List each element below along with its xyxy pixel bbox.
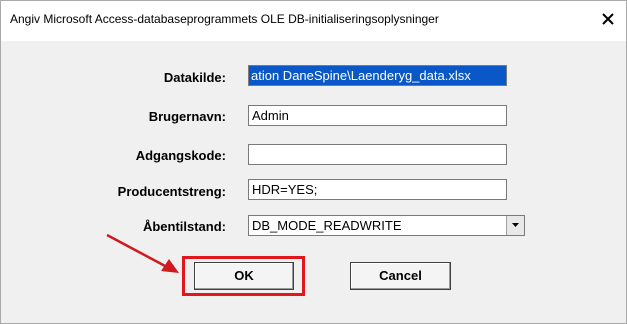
chevron-down-icon [512, 223, 519, 227]
adgangskode-label: Adgangskode: [135, 148, 226, 163]
abentilstand-select[interactable]: DB_MODE_READWRITE [248, 215, 525, 236]
dropdown-button[interactable] [506, 216, 524, 235]
close-icon [602, 13, 614, 25]
ole-db-dialog: Angiv Microsoft Access-databaseprogramme… [0, 0, 627, 324]
producentstreng-label: Producentstreng: [117, 184, 226, 199]
producentstreng-field[interactable]: HDR=YES; [248, 179, 507, 200]
adgangskode-field[interactable] [248, 144, 507, 165]
title-bar: Angiv Microsoft Access-databaseprogramme… [1, 1, 626, 41]
brugernavn-field[interactable]: Admin [248, 105, 507, 126]
abentilstand-value: DB_MODE_READWRITE [252, 218, 402, 233]
abentilstand-label: Åbentilstand: [142, 219, 226, 234]
red-arrow-icon [106, 233, 179, 273]
datakilde-label: Datakilde: [163, 70, 226, 85]
cancel-button[interactable]: Cancel [350, 262, 451, 290]
datakilde-field[interactable]: ation DaneSpine\Laenderyg_data.xlsx [248, 65, 507, 86]
window-title: Angiv Microsoft Access-databaseprogramme… [10, 12, 439, 26]
close-button[interactable] [599, 10, 617, 28]
ok-highlight-box [182, 256, 305, 296]
brugernavn-label: Brugernavn: [148, 109, 226, 124]
